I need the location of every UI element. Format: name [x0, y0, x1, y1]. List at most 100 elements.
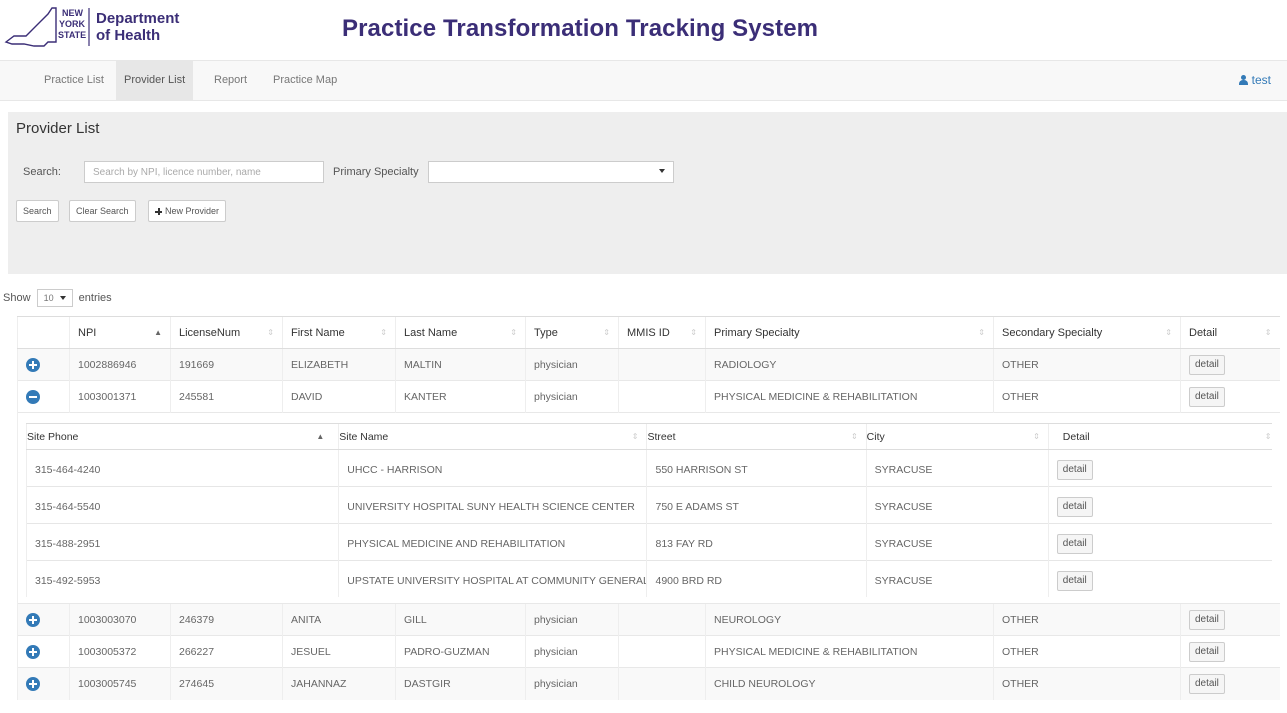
column-header-city[interactable]: City ⇕ [865, 423, 1049, 450]
nav-practice-list[interactable]: Practice List [36, 61, 112, 100]
column-header-npi[interactable]: NPI ▲ [69, 316, 171, 349]
svg-text:NEW: NEW [62, 8, 84, 18]
column-header-label: Last Name [404, 326, 458, 339]
sort-icon: ⇕ [267, 328, 274, 337]
sort-icon: ⇕ [510, 328, 517, 337]
column-header-street[interactable]: Street ⇕ [646, 423, 867, 450]
secondary-specialty-cell: OTHER [993, 635, 1181, 668]
show-label: Show [3, 291, 31, 304]
detail-button[interactable]: detail [1189, 673, 1225, 694]
row-toggle-cell [17, 667, 70, 700]
svg-text:STATE: STATE [58, 30, 86, 40]
search-input[interactable] [84, 161, 324, 183]
nav-report[interactable]: Report [206, 61, 255, 100]
nys-doh-logo[interactable]: NEW YORK STATE Department of Health [4, 2, 234, 50]
site-street-cell: 813 FAY RD [646, 523, 867, 561]
secondary-specialty-cell: OTHER [993, 667, 1181, 700]
provider-table: NPI ▲ LicenseNum ⇕ First Name ⇕ Last Name ⇕ … [17, 316, 1280, 700]
column-header-detail[interactable]: Detail ⇕ [1180, 316, 1280, 349]
detail-cell: detail [1180, 603, 1280, 636]
detail-button[interactable]: detail [1189, 354, 1225, 375]
site-city-cell: SYRACUSE [865, 486, 1049, 524]
primary-specialty-select[interactable] [428, 161, 674, 183]
primary-specialty-cell: PHYSICAL MEDICINE & REHABILITATION [705, 380, 994, 413]
site-detail-button[interactable]: detail [1056, 534, 1093, 554]
site-row: 315-464-5540 UNIVERSITY HOSPITAL SUNY HE… [25, 486, 1272, 524]
expand-plus-icon[interactable] [26, 357, 40, 372]
npi-cell: 1002886946 [69, 348, 171, 381]
first-name-cell: JAHANNAZ [282, 667, 396, 700]
column-header-label: Street [647, 430, 676, 443]
site-name-cell: PHYSICAL MEDICINE AND REHABILITATION [338, 523, 647, 561]
expanded-sites-row: Site Phone ▲ Site Name ⇕ Street ⇕ City ⇕ Det… [17, 412, 1280, 604]
entries-label: entries [78, 291, 112, 304]
mmis-cell [618, 603, 706, 636]
search-panel: Provider List Search: Primary Specialty … [8, 112, 1287, 274]
primary-specialty-cell: CHILD NEUROLOGY [705, 667, 994, 700]
sort-icon: ⇕ [850, 432, 858, 441]
search-button[interactable]: Search [16, 200, 59, 222]
mmis-cell [618, 635, 706, 668]
column-header-label: Site Phone [27, 430, 79, 443]
sort-asc-icon: ▲ [154, 328, 162, 337]
site-detail-button[interactable]: detail [1056, 571, 1093, 591]
detail-button[interactable]: detail [1189, 386, 1225, 407]
svg-text:Department: Department [96, 10, 179, 27]
last-name-cell: DASTGIR [395, 667, 526, 700]
new-provider-button[interactable]: New Provider [148, 200, 227, 222]
search-label: Search: [23, 166, 61, 178]
site-name-cell: UPSTATE UNIVERSITY HOSPITAL AT COMMUNITY… [338, 560, 647, 597]
column-header-label: First Name [291, 326, 345, 339]
site-detail-button[interactable]: detail [1056, 497, 1093, 517]
column-header-site-phone[interactable]: Site Phone ▲ [25, 423, 339, 450]
column-header-last-name[interactable]: Last Name ⇕ [395, 316, 526, 349]
table-header-row: NPI ▲ LicenseNum ⇕ First Name ⇕ Last Name ⇕ … [17, 316, 1280, 349]
detail-button[interactable]: detail [1189, 641, 1225, 662]
table-row: 1003001371 245581 DAVID KANTER physician… [17, 380, 1280, 413]
column-header-first-name[interactable]: First Name ⇕ [282, 316, 396, 349]
app-title: Practice Transformation Tracking System [342, 15, 819, 42]
sort-icon: ⇕ [690, 328, 697, 337]
site-detail-cell: detail [1047, 560, 1272, 597]
type-cell: physician [525, 667, 619, 700]
first-name-cell: ELIZABETH [282, 348, 396, 381]
detail-cell: detail [1180, 348, 1280, 381]
site-detail-cell: detail [1047, 449, 1272, 487]
user-name: test [1251, 73, 1271, 87]
expand-plus-icon[interactable] [26, 676, 40, 691]
sites-header-row: Site Phone ▲ Site Name ⇕ Street ⇕ City ⇕ Det… [25, 423, 1272, 450]
user-menu[interactable]: test [1238, 61, 1271, 100]
type-cell: physician [525, 635, 619, 668]
site-phone-cell: 315-492-5953 [25, 560, 339, 597]
column-header-label: Type [534, 326, 558, 339]
site-city-cell: SYRACUSE [865, 449, 1049, 487]
site-detail-button[interactable]: detail [1056, 460, 1093, 480]
entries-value: 10 [43, 293, 54, 303]
nav-practice-map[interactable]: Practice Map [265, 61, 345, 100]
sort-icon: ⇕ [1165, 328, 1172, 337]
plus-icon [155, 208, 162, 215]
first-name-cell: JESUEL [282, 635, 396, 668]
nav-provider-list[interactable]: Provider List [116, 61, 194, 100]
column-header-site-detail[interactable]: Detail ⇕ [1047, 423, 1272, 450]
entries-select[interactable]: 10 [36, 289, 73, 307]
mmis-cell [618, 380, 706, 413]
clear-search-button[interactable]: Clear Search [69, 200, 136, 222]
collapse-minus-icon[interactable] [26, 389, 40, 404]
column-header-type[interactable]: Type ⇕ [525, 316, 619, 349]
column-header-label: City [866, 430, 885, 443]
expand-plus-icon[interactable] [26, 612, 40, 627]
top-navbar: Practice List Provider List Report Pract… [0, 60, 1287, 101]
column-header-primary-specialty[interactable]: Primary Specialty ⇕ [705, 316, 994, 349]
column-header-site-name[interactable]: Site Name ⇕ [338, 423, 647, 450]
column-header-mmis-id[interactable]: MMIS ID ⇕ [618, 316, 706, 349]
column-header-secondary-specialty[interactable]: Secondary Specialty ⇕ [993, 316, 1181, 349]
detail-button[interactable]: detail [1189, 609, 1225, 630]
column-header-licensenum[interactable]: LicenseNum ⇕ [170, 316, 283, 349]
last-name-cell: MALTIN [395, 348, 526, 381]
mmis-cell [618, 348, 706, 381]
column-header-label: NPI [78, 326, 97, 339]
expand-plus-icon[interactable] [26, 644, 40, 659]
primary-specialty-cell: PHYSICAL MEDICINE & REHABILITATION [705, 635, 994, 668]
license-cell: 245581 [170, 380, 283, 413]
